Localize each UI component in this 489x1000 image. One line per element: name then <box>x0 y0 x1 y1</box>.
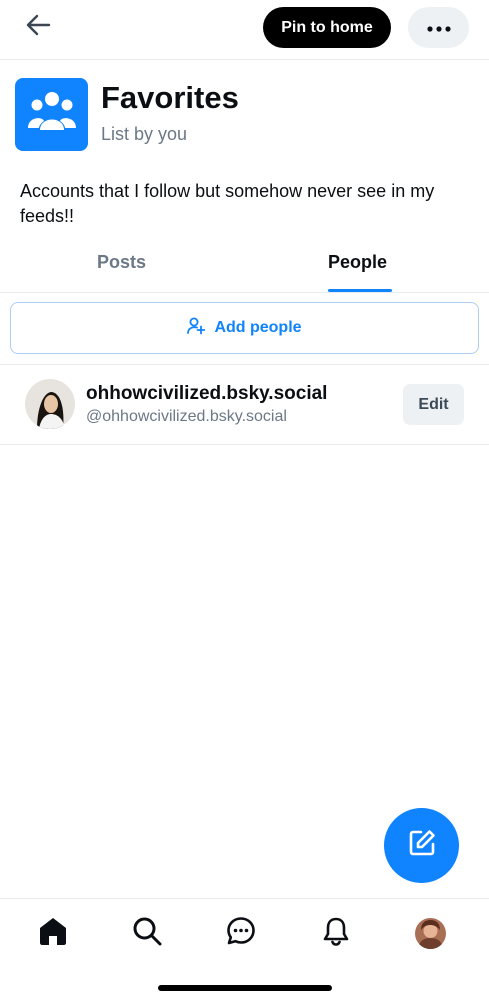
chat-icon <box>226 916 256 951</box>
list-title: Favorites <box>101 80 239 115</box>
profile-avatar <box>414 917 446 949</box>
bell-icon <box>321 916 351 951</box>
add-people-label: Add people <box>214 319 302 336</box>
search-icon <box>132 916 162 951</box>
bottom-nav <box>0 898 489 1000</box>
nav-search[interactable] <box>127 915 167 951</box>
home-icon <box>38 916 68 951</box>
home-indicator <box>158 985 332 991</box>
nav-home[interactable] <box>33 915 73 951</box>
nav-profile[interactable] <box>410 915 450 951</box>
member-handle: @ohhowcivilized.bsky.social <box>86 408 287 425</box>
member-display-name: ohhowcivilized.bsky.social <box>86 383 328 404</box>
compose-icon <box>407 828 437 863</box>
tab-posts[interactable]: Posts <box>97 252 146 273</box>
avatar[interactable] <box>25 379 75 429</box>
top-bar: Pin to home <box>0 0 489 60</box>
add-people-button[interactable]: Add people <box>10 302 479 354</box>
tab-people[interactable]: People <box>328 252 387 273</box>
back-button[interactable] <box>18 10 58 44</box>
more-options-button[interactable] <box>408 7 469 48</box>
nav-notifications[interactable] <box>316 915 356 951</box>
pin-to-home-button[interactable]: Pin to home <box>263 7 391 48</box>
list-avatar <box>15 78 88 151</box>
tab-bar: Posts People <box>0 244 489 293</box>
list-description: Accounts that I follow but somehow never… <box>20 181 435 226</box>
compose-button[interactable] <box>384 808 459 883</box>
person-plus-icon <box>187 317 206 340</box>
nav-chat[interactable] <box>221 915 261 951</box>
edit-button[interactable]: Edit <box>403 384 464 425</box>
list-subtitle: List by you <box>101 124 188 144</box>
list-item[interactable]: ohhowcivilized.bsky.social @ohhowciviliz… <box>0 364 489 445</box>
arrow-left-icon <box>25 14 51 41</box>
active-tab-indicator <box>328 289 392 292</box>
group-icon <box>27 90 77 139</box>
ellipsis-icon <box>426 19 451 37</box>
